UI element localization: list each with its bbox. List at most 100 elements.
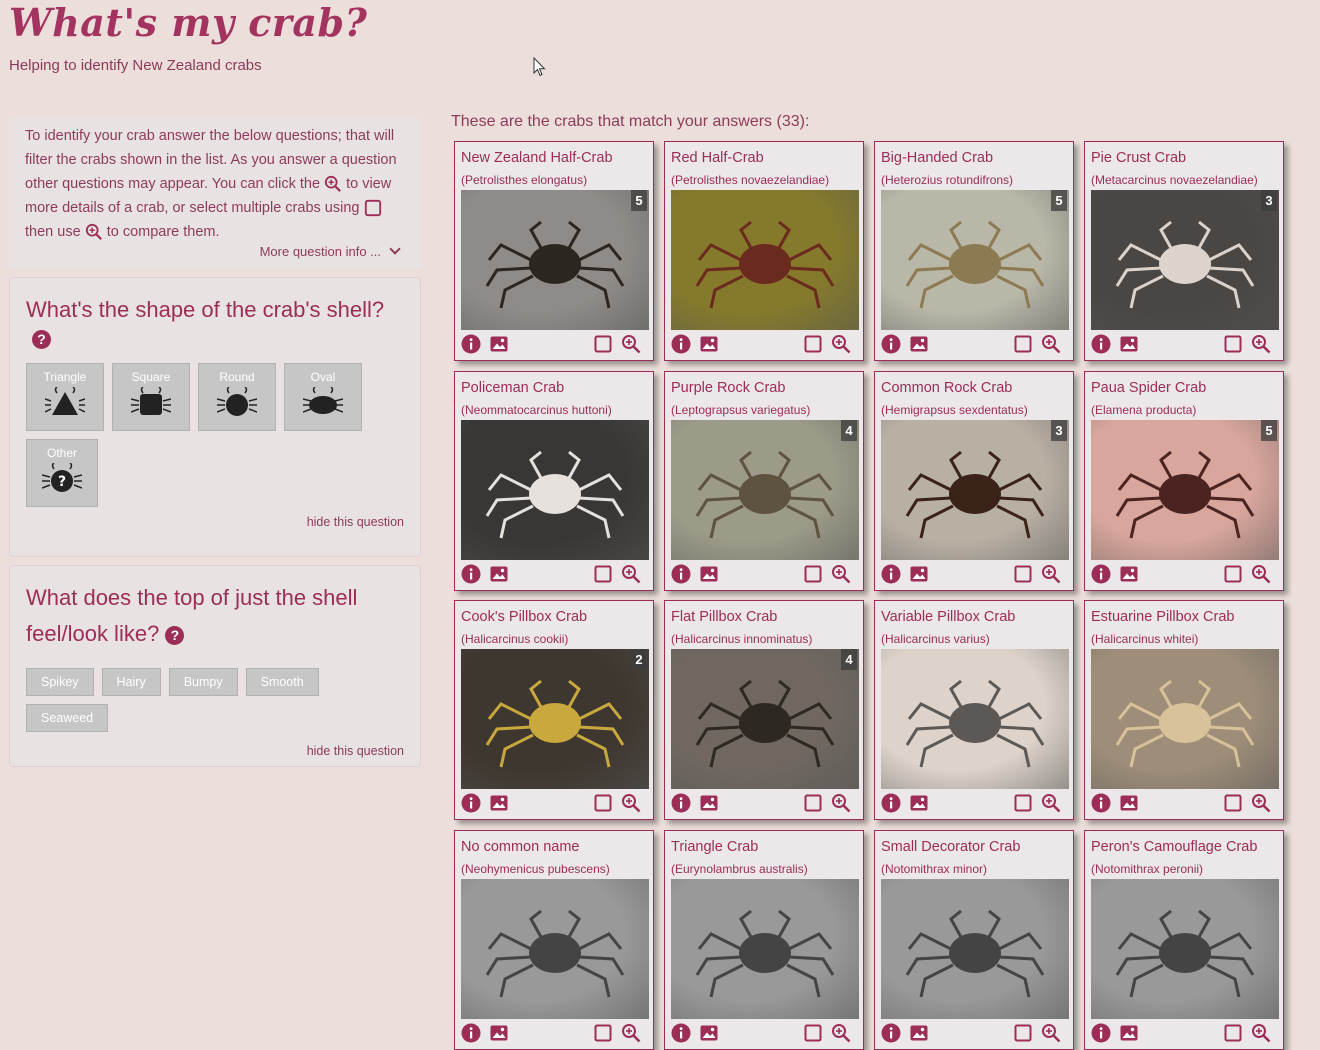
image-gallery-icon[interactable] xyxy=(1119,564,1139,584)
zoom-in-icon[interactable] xyxy=(621,1023,641,1043)
zoom-in-icon[interactable] xyxy=(1041,793,1061,813)
compare-checkbox-icon[interactable] xyxy=(593,1023,613,1043)
crab-photo[interactable] xyxy=(1091,190,1279,330)
hide-question-link[interactable]: hide this question xyxy=(26,515,404,529)
compare-checkbox-icon[interactable] xyxy=(593,564,613,584)
compare-checkbox-icon[interactable] xyxy=(1223,793,1243,813)
crab-card[interactable]: Estuarine Pillbox Crab (Halicarcinus whit… xyxy=(1084,600,1284,820)
compare-checkbox-icon[interactable] xyxy=(1223,564,1243,584)
crab-card[interactable]: Common Rock Crab (Hemigrapsus sexdentatus… xyxy=(874,370,1074,591)
zoom-in-icon[interactable] xyxy=(1251,1023,1271,1043)
crab-card[interactable]: Red Half-Crab (Petrolisthes novaezelandia… xyxy=(664,141,864,361)
option-smooth[interactable]: Smooth xyxy=(245,668,319,696)
crab-card[interactable]: Policeman Crab (Neommatocarcinus huttoni) xyxy=(454,370,654,591)
crab-photo[interactable] xyxy=(671,878,859,1019)
crab-card[interactable]: No common name (Neohymenicus pubescens) xyxy=(454,829,654,1050)
crab-photo[interactable] xyxy=(1091,649,1279,789)
zoom-in-icon[interactable] xyxy=(1251,793,1271,813)
crab-photo[interactable] xyxy=(1091,419,1279,560)
compare-checkbox-icon[interactable] xyxy=(803,334,823,354)
zoom-in-icon[interactable] xyxy=(621,793,641,813)
image-gallery-icon[interactable] xyxy=(909,793,929,813)
compare-checkbox-icon[interactable] xyxy=(593,793,613,813)
image-gallery-icon[interactable] xyxy=(909,1023,929,1043)
crab-common-name[interactable]: Small Decorator Crab xyxy=(881,839,1020,855)
image-gallery-icon[interactable] xyxy=(1119,1023,1139,1043)
crab-common-name[interactable]: Flat Pillbox Crab xyxy=(671,609,777,625)
compare-checkbox-icon[interactable] xyxy=(1013,564,1033,584)
image-gallery-icon[interactable] xyxy=(489,1023,509,1043)
info-icon[interactable] xyxy=(671,564,691,584)
crab-photo[interactable] xyxy=(1091,878,1279,1019)
crab-common-name[interactable]: Purple Rock Crab xyxy=(671,380,785,396)
info-icon[interactable] xyxy=(1091,564,1111,584)
help-icon[interactable]: ? xyxy=(32,330,51,349)
option-hairy[interactable]: Hairy xyxy=(101,668,161,696)
zoom-in-icon[interactable] xyxy=(831,564,851,584)
compare-checkbox-icon[interactable] xyxy=(1223,1023,1243,1043)
help-icon[interactable]: ? xyxy=(165,625,185,645)
crab-card[interactable]: Purple Rock Crab (Leptograpsus variegatus… xyxy=(664,370,864,591)
zoom-in-icon[interactable] xyxy=(621,564,641,584)
image-gallery-icon[interactable] xyxy=(1119,793,1139,813)
crab-photo[interactable] xyxy=(881,190,1069,330)
compare-checkbox-icon[interactable] xyxy=(1013,793,1033,813)
zoom-in-icon[interactable] xyxy=(1041,564,1061,584)
crab-card[interactable]: Pie Crust Crab (Metacarcinus novaezelandi… xyxy=(1084,141,1284,361)
hide-question-link[interactable]: hide this question xyxy=(26,744,404,758)
zoom-in-icon[interactable] xyxy=(1251,564,1271,584)
compare-checkbox-icon[interactable] xyxy=(803,793,823,813)
crab-card[interactable]: Triangle Crab (Eurynolambrus australis) xyxy=(664,829,864,1050)
info-icon[interactable] xyxy=(671,334,691,354)
image-gallery-icon[interactable] xyxy=(699,793,719,813)
crab-photo[interactable] xyxy=(671,649,859,789)
crab-card[interactable]: Cook's Pillbox Crab (Halicarcinus cookii)… xyxy=(454,600,654,820)
crab-card[interactable]: Peron's Camouflage Crab (Notomithrax pero… xyxy=(1084,829,1284,1050)
info-icon[interactable] xyxy=(461,1023,481,1043)
info-icon[interactable] xyxy=(881,334,901,354)
crab-common-name[interactable]: Peron's Camouflage Crab xyxy=(1091,839,1257,855)
info-icon[interactable] xyxy=(461,334,481,354)
option-triangle[interactable]: Triangle xyxy=(26,363,104,431)
info-icon[interactable] xyxy=(1091,334,1111,354)
image-gallery-icon[interactable] xyxy=(909,564,929,584)
zoom-in-icon[interactable] xyxy=(1041,334,1061,354)
option-seaweed[interactable]: Seaweed xyxy=(26,704,109,732)
option-bumpy[interactable]: Bumpy xyxy=(168,668,238,696)
crab-photo[interactable] xyxy=(671,190,859,330)
option-other[interactable]: Other ? xyxy=(26,439,98,507)
option-oval[interactable]: Oval xyxy=(284,363,362,431)
zoom-in-icon[interactable] xyxy=(1251,334,1271,354)
crab-common-name[interactable]: New Zealand Half-Crab xyxy=(461,150,613,166)
crab-common-name[interactable]: Pie Crust Crab xyxy=(1091,150,1186,166)
option-spikey[interactable]: Spikey xyxy=(26,668,94,696)
image-gallery-icon[interactable] xyxy=(489,334,509,354)
crab-card[interactable]: Paua Spider Crab (Elamena producta) 5 xyxy=(1084,370,1284,591)
info-icon[interactable] xyxy=(1091,793,1111,813)
crab-common-name[interactable]: Common Rock Crab xyxy=(881,380,1012,396)
crab-common-name[interactable]: Cook's Pillbox Crab xyxy=(461,609,587,625)
image-gallery-icon[interactable] xyxy=(489,793,509,813)
crab-common-name[interactable]: No common name xyxy=(461,839,579,855)
crab-photo[interactable] xyxy=(881,649,1069,789)
crab-card[interactable]: Variable Pillbox Crab (Halicarcinus variu… xyxy=(874,600,1074,820)
crab-common-name[interactable]: Policeman Crab xyxy=(461,380,564,396)
crab-card[interactable]: Small Decorator Crab (Notomithrax minor) xyxy=(874,829,1074,1050)
info-icon[interactable] xyxy=(881,793,901,813)
zoom-in-icon[interactable] xyxy=(831,1023,851,1043)
crab-common-name[interactable]: Estuarine Pillbox Crab xyxy=(1091,609,1234,625)
info-icon[interactable] xyxy=(461,793,481,813)
image-gallery-icon[interactable] xyxy=(699,1023,719,1043)
option-square[interactable]: Square xyxy=(112,363,190,431)
crab-photo[interactable] xyxy=(461,649,649,789)
option-round[interactable]: Round xyxy=(198,363,276,431)
info-icon[interactable] xyxy=(881,1023,901,1043)
zoom-in-icon[interactable] xyxy=(831,793,851,813)
more-question-info-link[interactable]: More question info ... xyxy=(260,240,401,264)
zoom-in-icon[interactable] xyxy=(1041,1023,1061,1043)
crab-common-name[interactable]: Red Half-Crab xyxy=(671,150,764,166)
compare-checkbox-icon[interactable] xyxy=(1013,334,1033,354)
info-icon[interactable] xyxy=(881,564,901,584)
image-gallery-icon[interactable] xyxy=(1119,334,1139,354)
image-gallery-icon[interactable] xyxy=(489,564,509,584)
